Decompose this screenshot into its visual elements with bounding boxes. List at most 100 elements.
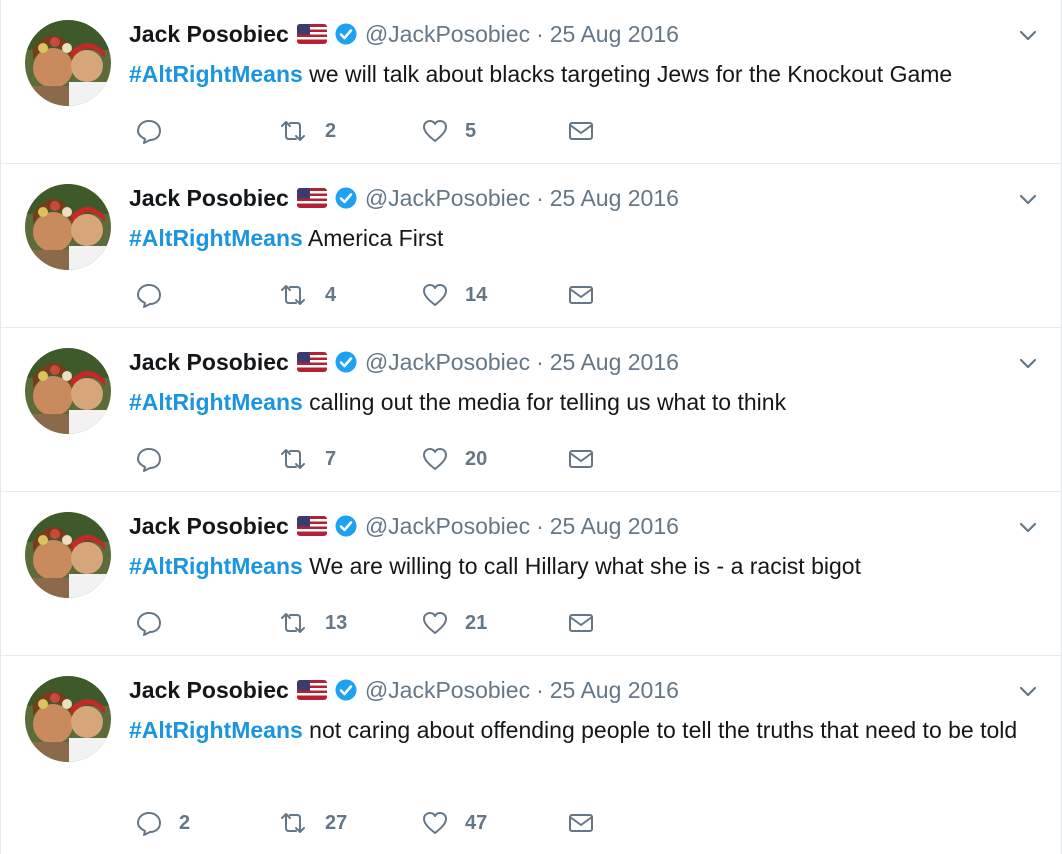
user-handle[interactable]: @JackPosobiec xyxy=(365,349,530,376)
user-handle[interactable]: @JackPosobiec xyxy=(365,21,530,48)
display-name[interactable]: Jack Posobiec xyxy=(129,185,289,212)
tweet-body: calling out the media for telling us wha… xyxy=(302,389,787,415)
user-handle[interactable]: @JackPosobiec xyxy=(365,185,530,212)
tweet[interactable]: Jack Posobiec @JackPosobiec · 25 Aug 201… xyxy=(1,164,1061,328)
tweet-date[interactable]: 25 Aug 2016 xyxy=(550,21,679,48)
verified-icon xyxy=(335,351,357,373)
user-handle[interactable]: @JackPosobiec xyxy=(365,677,530,704)
tweet-text: #AltRightMeans calling out the media for… xyxy=(129,384,1034,420)
caret-down-icon[interactable] xyxy=(1017,516,1039,538)
tweet[interactable]: Jack Posobiec @JackPosobiec · 25 Aug 201… xyxy=(1,656,1061,854)
retweet-button[interactable]: 2 xyxy=(277,116,336,146)
like-button[interactable]: 20 xyxy=(421,444,487,474)
avatar-image xyxy=(25,348,111,434)
message-button[interactable] xyxy=(567,116,595,146)
display-name[interactable]: Jack Posobiec xyxy=(129,677,289,704)
tweet[interactable]: Jack Posobiec @JackPosobiec · 25 Aug 201… xyxy=(1,328,1061,492)
tweet[interactable]: Jack Posobiec @JackPosobiec · 25 Aug 201… xyxy=(1,492,1061,656)
like-icon xyxy=(423,120,447,142)
hashtag-link[interactable]: #AltRightMeans xyxy=(129,717,303,743)
separator-dot: · xyxy=(536,512,544,539)
retweet-count: 4 xyxy=(325,283,337,306)
tweet-body: we will talk about blacks targeting Jews… xyxy=(302,61,953,87)
retweet-button[interactable]: 27 xyxy=(277,808,347,838)
retweet-count: 13 xyxy=(325,611,348,634)
retweet-icon xyxy=(281,449,305,469)
flag-icon xyxy=(296,352,327,372)
tweet-date[interactable]: 25 Aug 2016 xyxy=(550,349,679,376)
caret-down-icon[interactable] xyxy=(1017,188,1039,210)
verified-icon xyxy=(335,187,357,209)
tweet-date[interactable]: 25 Aug 2016 xyxy=(550,513,679,540)
tweet-timeline: Jack Posobiec @JackPosobiec · 25 Aug 201… xyxy=(0,0,1062,854)
like-count: 47 xyxy=(465,811,488,834)
message-button[interactable] xyxy=(567,808,595,838)
flag-icon xyxy=(296,516,327,536)
tweet-text: #AltRightMeans we will talk about blacks… xyxy=(129,56,1034,92)
like-count: 21 xyxy=(465,611,488,634)
like-button[interactable]: 5 xyxy=(421,116,476,146)
like-count: 14 xyxy=(465,283,488,306)
retweet-icon xyxy=(281,285,305,305)
display-name[interactable]: Jack Posobiec xyxy=(129,349,289,376)
like-icon xyxy=(423,812,447,834)
like-button[interactable]: 21 xyxy=(421,608,487,638)
reply-button[interactable] xyxy=(135,608,179,638)
like-icon xyxy=(423,448,447,470)
message-button[interactable] xyxy=(567,444,595,474)
caret-down-icon[interactable] xyxy=(1017,352,1039,374)
hashtag-link[interactable]: #AltRightMeans xyxy=(129,225,303,251)
tweet-date[interactable]: 25 Aug 2016 xyxy=(550,677,679,704)
reply-icon xyxy=(137,120,161,144)
display-name[interactable]: Jack Posobiec xyxy=(129,513,289,540)
hashtag-link[interactable]: #AltRightMeans xyxy=(129,389,303,415)
separator-dot: · xyxy=(536,20,544,47)
hashtag-link[interactable]: #AltRightMeans xyxy=(129,61,303,87)
caret-down-icon[interactable] xyxy=(1017,680,1039,702)
verified-icon xyxy=(335,23,357,45)
caret-down-icon[interactable] xyxy=(1017,24,1039,46)
avatar-image xyxy=(25,676,111,762)
tweet-header: Jack Posobiec @JackPosobiec · 25 Aug 201… xyxy=(129,674,679,706)
like-button[interactable]: 47 xyxy=(421,808,487,838)
reply-button[interactable] xyxy=(135,444,179,474)
like-count: 5 xyxy=(465,119,477,142)
avatar[interactable] xyxy=(25,184,111,270)
avatar[interactable] xyxy=(25,676,111,762)
hashtag-link[interactable]: #AltRightMeans xyxy=(129,553,303,579)
reply-icon xyxy=(137,812,161,836)
tweet-date[interactable]: 25 Aug 2016 xyxy=(550,185,679,212)
retweet-button[interactable]: 7 xyxy=(277,444,336,474)
tweet-header: Jack Posobiec @JackPosobiec · 25 Aug 201… xyxy=(129,182,679,214)
tweet[interactable]: Jack Posobiec @JackPosobiec · 25 Aug 201… xyxy=(1,0,1061,164)
like-button[interactable]: 14 xyxy=(421,280,487,310)
separator-dot: · xyxy=(536,348,544,375)
tweet-header: Jack Posobiec @JackPosobiec · 25 Aug 201… xyxy=(129,510,679,542)
tweet-text: #AltRightMeans America First xyxy=(129,220,1034,256)
like-icon xyxy=(423,612,447,634)
tweet-header: Jack Posobiec @JackPosobiec · 25 Aug 201… xyxy=(129,346,679,378)
user-handle[interactable]: @JackPosobiec xyxy=(365,513,530,540)
message-icon xyxy=(569,450,593,468)
reply-button[interactable] xyxy=(135,116,179,146)
retweet-count: 7 xyxy=(325,447,337,470)
tweet-text: #AltRightMeans We are willing to call Hi… xyxy=(129,548,1034,584)
avatar[interactable] xyxy=(25,348,111,434)
flag-icon xyxy=(296,680,327,700)
message-button[interactable] xyxy=(567,280,595,310)
flag-icon xyxy=(296,24,327,44)
tweet-text: #AltRightMeans not caring about offendin… xyxy=(129,712,1034,748)
message-icon xyxy=(569,122,593,140)
reply-button[interactable]: 2 xyxy=(135,808,190,838)
retweet-button[interactable]: 4 xyxy=(277,280,336,310)
reply-icon xyxy=(137,612,161,636)
avatar[interactable] xyxy=(25,20,111,106)
retweet-button[interactable]: 13 xyxy=(277,608,347,638)
flag-icon xyxy=(296,188,327,208)
message-icon xyxy=(569,614,593,632)
display-name[interactable]: Jack Posobiec xyxy=(129,21,289,48)
retweet-count: 2 xyxy=(325,119,337,142)
avatar[interactable] xyxy=(25,512,111,598)
message-button[interactable] xyxy=(567,608,595,638)
reply-button[interactable] xyxy=(135,280,179,310)
